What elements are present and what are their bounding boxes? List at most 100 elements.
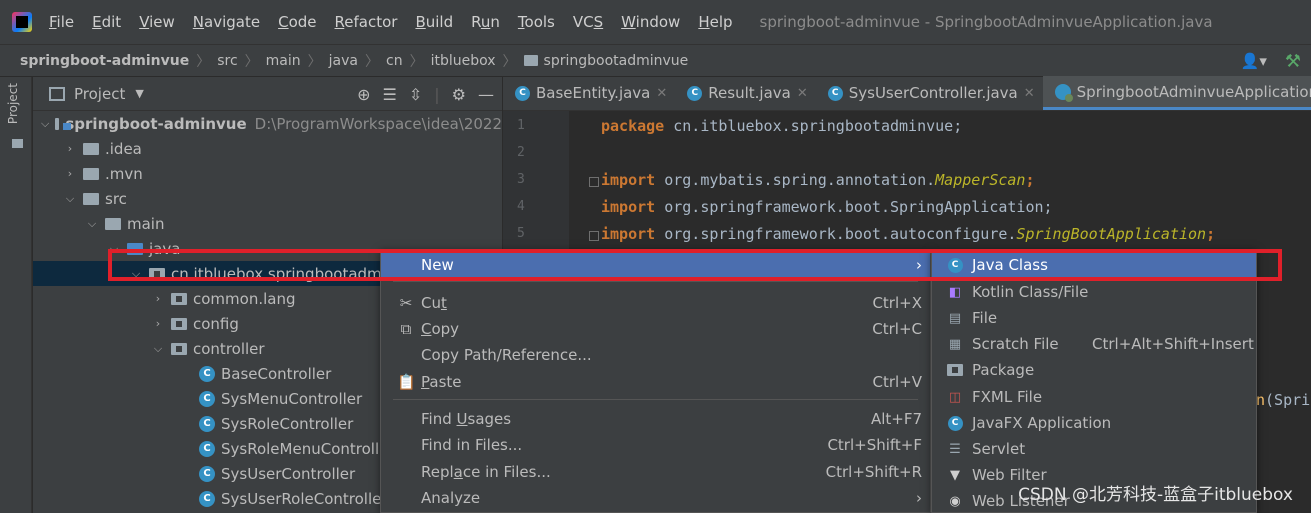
- menu-help[interactable]: Help: [689, 13, 741, 31]
- tree-item-label: springboot-adminvue: [65, 114, 247, 133]
- intellij-logo-icon: [12, 12, 32, 32]
- chevron-down-icon[interactable]: ⌵: [129, 267, 143, 281]
- java-class-icon: C: [199, 365, 215, 382]
- java-class-icon: C: [199, 390, 215, 407]
- toolbar-divider: |: [434, 84, 440, 104]
- chevron-down-icon[interactable]: ⌵: [107, 242, 121, 256]
- submenu-item-file[interactable]: ▤ File: [932, 305, 1256, 331]
- tab-sys-user-controller[interactable]: C SysUserController.java ✕: [816, 76, 1043, 110]
- chevron-down-icon[interactable]: ⌵: [151, 342, 165, 356]
- tab-springboot-application[interactable]: SpringbootAdminvueApplication: [1042, 76, 1311, 110]
- menu-build[interactable]: Build: [406, 13, 462, 31]
- collapse-all-icon[interactable]: ⇳: [409, 85, 422, 104]
- fold-marker-icon[interactable]: [589, 231, 599, 241]
- menu-run[interactable]: Run: [462, 13, 509, 31]
- tree-item-idea[interactable]: › .idea: [33, 136, 502, 161]
- chevron-down-icon[interactable]: ⌵: [41, 117, 49, 131]
- line-number: 4: [517, 199, 525, 214]
- menu-item-copy-path[interactable]: Copy Path/Reference...: [381, 342, 930, 368]
- tree-item-main[interactable]: ⌵ main: [33, 211, 502, 236]
- copy-icon: ⧉: [400, 320, 412, 338]
- folder-icon: [105, 217, 121, 230]
- user-account-icon[interactable]: 👤▾: [1241, 52, 1267, 70]
- folder-icon: [83, 142, 99, 155]
- chevron-right-icon[interactable]: ›: [63, 167, 77, 180]
- scratch-file-icon: ▦: [948, 336, 962, 352]
- menu-item-analyze[interactable]: Analyze ›: [381, 485, 930, 511]
- breadcrumb-springbootadminvue[interactable]: springbootadminvue: [544, 53, 689, 69]
- menu-view[interactable]: View: [130, 13, 184, 31]
- submenu-item-package[interactable]: Package: [932, 357, 1256, 383]
- submenu-item-scratch-file[interactable]: ▦ Scratch File Ctrl+Alt+Shift+Insert: [932, 331, 1256, 357]
- submenu-item-javafx-application[interactable]: C JavaFX Application: [932, 410, 1256, 436]
- chevron-down-icon[interactable]: ▼: [135, 87, 143, 100]
- submenu-item-fxml-file[interactable]: ◫ FXML File: [932, 384, 1256, 410]
- menu-item-copy[interactable]: ⧉ Copy Ctrl+C: [381, 316, 930, 342]
- breadcrumb-project[interactable]: springboot-adminvue: [20, 53, 189, 69]
- package-icon: [171, 342, 187, 355]
- module-folder-icon: [55, 117, 72, 130]
- chevron-down-icon[interactable]: ⌵: [85, 217, 99, 231]
- locate-crosshair-icon[interactable]: ⊕: [357, 85, 370, 104]
- breadcrumb-itbluebox[interactable]: itbluebox: [431, 53, 496, 69]
- breadcrumb-java[interactable]: java: [329, 53, 358, 69]
- java-class-icon: C: [827, 85, 843, 101]
- code-line: import org.springframework.boot.SpringAp…: [601, 198, 1053, 216]
- filter-funnel-icon: ▼: [950, 467, 960, 483]
- tab-base-entity[interactable]: C BaseEntity.java ✕: [503, 76, 675, 110]
- submenu-arrow-icon: ›: [916, 256, 922, 274]
- breadcrumb-src[interactable]: src: [217, 53, 237, 69]
- close-icon[interactable]: ✕: [1024, 86, 1035, 101]
- tree-item-label: java: [149, 239, 181, 258]
- code-line: import org.mybatis.spring.annotation.Map…: [601, 171, 1035, 189]
- chevron-down-icon[interactable]: ⌵: [63, 192, 77, 206]
- package-icon: [171, 317, 187, 330]
- submenu-item-java-class[interactable]: C Java Class: [932, 252, 1256, 278]
- submenu-item-servlet[interactable]: ☰ Servlet: [932, 436, 1256, 462]
- menu-item-paste[interactable]: 📋 Paste Ctrl+V: [381, 369, 930, 395]
- menu-tools[interactable]: Tools: [509, 13, 564, 31]
- hide-minus-icon[interactable]: —: [478, 85, 494, 104]
- tab-result[interactable]: C Result.java ✕: [675, 76, 815, 110]
- menu-item-cut[interactable]: ✂ Cut Ctrl+X: [381, 290, 930, 316]
- breadcrumb-separator-icon: 〉: [196, 53, 211, 70]
- tree-item-mvn[interactable]: › .mvn: [33, 161, 502, 186]
- gear-icon[interactable]: ⚙: [452, 85, 466, 104]
- breadcrumb-main[interactable]: main: [266, 53, 301, 69]
- file-icon: ▤: [948, 310, 962, 326]
- menu-code[interactable]: Code: [269, 13, 325, 31]
- folder-icon: [83, 167, 99, 180]
- menu-file[interactable]: File: [40, 13, 83, 31]
- menu-refactor[interactable]: Refactor: [326, 13, 407, 31]
- breadcrumb-cn[interactable]: cn: [386, 53, 403, 69]
- expand-all-icon[interactable]: ☰: [383, 85, 397, 104]
- project-view-selector[interactable]: Project: [74, 85, 125, 103]
- fold-marker-icon[interactable]: [589, 177, 599, 187]
- menu-navigate[interactable]: Navigate: [184, 13, 269, 31]
- tree-item-module[interactable]: ⌵ springboot-adminvue D:\ProgramWorkspac…: [33, 111, 502, 136]
- menu-item-new[interactable]: New ›: [381, 252, 930, 278]
- code-fragment: n(Spri: [1256, 391, 1311, 409]
- tree-item-src[interactable]: ⌵ src: [33, 186, 502, 211]
- source-root-folder-icon: [127, 242, 143, 255]
- tree-item-label: src: [105, 189, 127, 208]
- menu-edit[interactable]: Edit: [83, 13, 130, 31]
- close-icon[interactable]: ✕: [656, 86, 667, 101]
- tree-item-label: SysRoleMenuControll: [221, 439, 380, 458]
- submenu-item-kotlin-class[interactable]: ◧ Kotlin Class/File: [932, 279, 1256, 305]
- tree-item-label: cn.itbluebox.springbootadm: [171, 264, 382, 283]
- project-tool-tab[interactable]: Project: [6, 83, 20, 124]
- chevron-right-icon[interactable]: ›: [151, 292, 165, 305]
- menu-vcs[interactable]: VCS: [564, 13, 612, 31]
- chevron-right-icon[interactable]: ›: [151, 317, 165, 330]
- line-number: 3: [517, 172, 525, 187]
- menu-item-find-in-files[interactable]: Find in Files... Ctrl+Shift+F: [381, 432, 930, 458]
- tree-item-label: common.lang: [193, 289, 296, 308]
- menu-item-replace-in-files[interactable]: Replace in Files... Ctrl+Shift+R: [381, 459, 930, 485]
- menu-item-find-usages[interactable]: Find Usages Alt+F7: [381, 406, 930, 432]
- close-icon[interactable]: ✕: [797, 86, 808, 101]
- menu-window[interactable]: Window: [612, 13, 689, 31]
- editor-tab-bar: C BaseEntity.java ✕ C Result.java ✕ C Sy…: [503, 76, 1311, 111]
- chevron-right-icon[interactable]: ›: [63, 142, 77, 155]
- build-hammer-icon[interactable]: ⚒: [1285, 51, 1301, 72]
